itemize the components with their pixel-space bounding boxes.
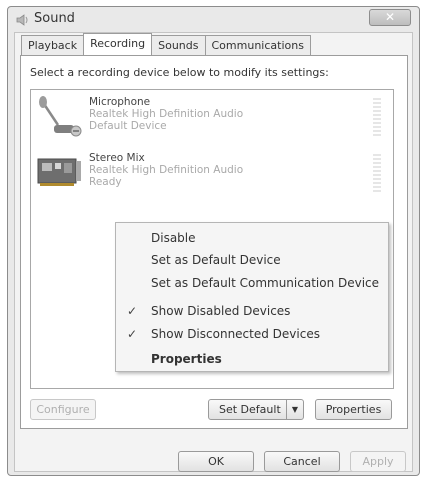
menu-item-set-default-device[interactable]: Set as Default Device (116, 250, 388, 272)
menu-item-show-disabled-devices[interactable]: ✓ Show Disabled Devices (116, 301, 388, 323)
device-item-stereo-mix[interactable]: Stereo Mix Realtek High Definition Audio… (31, 146, 393, 202)
device-name: Stereo Mix (89, 152, 145, 164)
checkmark-icon: ✓ (127, 304, 138, 318)
menu-item-label: Show Disabled Devices (151, 304, 291, 318)
device-status: Default Device (89, 120, 167, 132)
chevron-down-icon[interactable]: ▼ (286, 400, 303, 419)
tab-communications[interactable]: Communications (204, 35, 311, 55)
checkmark-icon: ✓ (127, 327, 138, 341)
tab-strip: Playback Recording Sounds Communications (21, 33, 311, 55)
microphone-icon (36, 95, 84, 139)
cancel-button[interactable]: Cancel (264, 451, 340, 472)
device-description: Realtek High Definition Audio (89, 108, 244, 120)
device-name: Microphone (89, 96, 151, 108)
level-meter (373, 98, 381, 136)
window-title: Sound (34, 11, 75, 26)
tab-playback[interactable]: Playback (21, 35, 85, 55)
menu-item-set-default-communication-device[interactable]: Set as Default Communication Device (116, 273, 388, 295)
menu-item-label: Set as Default Communication Device (151, 276, 380, 290)
device-item-microphone[interactable]: Microphone Realtek High Definition Audio… (31, 90, 393, 146)
menu-item-disable[interactable]: Disable (116, 228, 388, 250)
level-meter (373, 154, 381, 192)
device-status: Ready (89, 176, 122, 188)
properties-button[interactable]: Properties (315, 399, 392, 420)
ok-button[interactable]: OK (178, 451, 254, 472)
menu-item-label: Properties (151, 352, 222, 366)
instruction-text: Select a recording device below to modif… (30, 66, 329, 79)
tab-sounds[interactable]: Sounds (151, 35, 206, 55)
configure-button[interactable]: Configure (30, 399, 96, 420)
apply-button[interactable]: Apply (350, 451, 406, 472)
device-description: Realtek High Definition Audio (89, 164, 244, 176)
speaker-icon (16, 12, 30, 26)
tab-recording[interactable]: Recording (83, 33, 153, 55)
menu-item-properties[interactable]: Properties (116, 349, 388, 371)
menu-item-label: Set as Default Device (151, 253, 281, 267)
close-button[interactable]: ✕ (369, 9, 411, 26)
menu-item-show-disconnected-devices[interactable]: ✓ Show Disconnected Devices (116, 324, 388, 346)
set-default-label: Set Default (219, 403, 281, 416)
device-context-menu: Disable Set as Default Device Set as Def… (115, 222, 389, 372)
menu-item-label: Show Disconnected Devices (151, 327, 320, 341)
set-default-button[interactable]: Set Default ▼ (208, 399, 304, 420)
title-bar[interactable]: Sound ✕ (8, 7, 419, 31)
menu-item-label: Disable (151, 231, 196, 245)
sound-card-icon (36, 151, 84, 195)
